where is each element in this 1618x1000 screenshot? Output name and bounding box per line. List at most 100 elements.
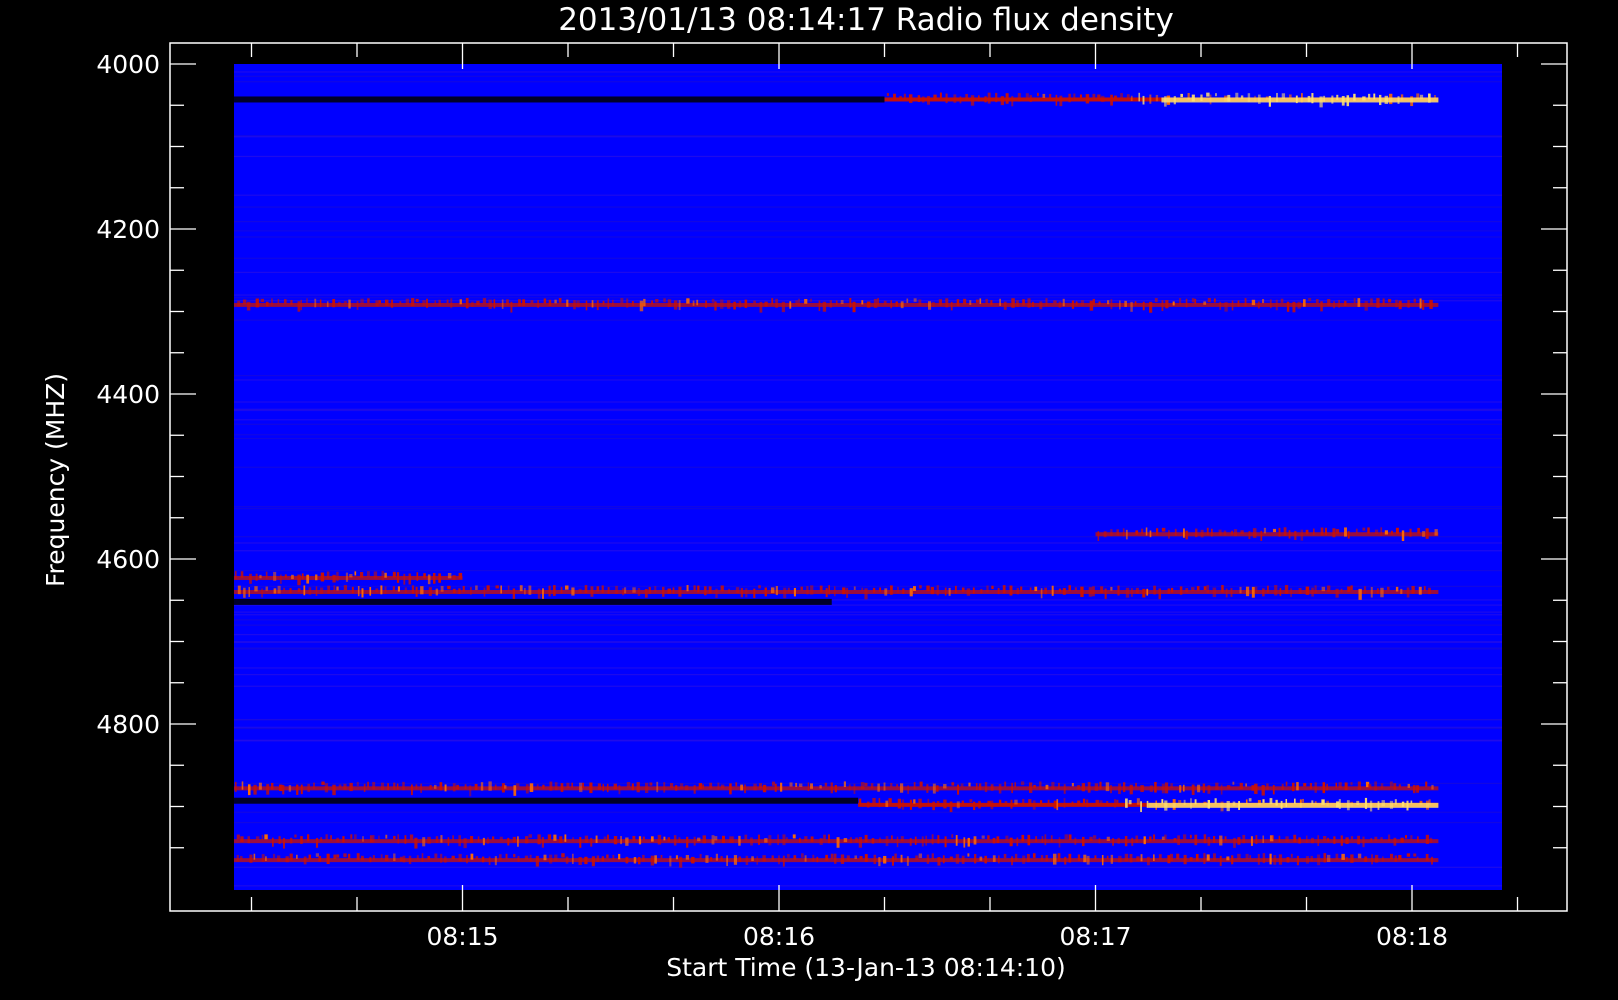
emission-speck: [895, 301, 898, 307]
emission-speck: [686, 585, 689, 592]
emission-speck: [1230, 588, 1233, 597]
emission-speck: [1418, 586, 1422, 595]
emission-speck: [549, 781, 553, 791]
emission-speck: [1248, 798, 1252, 802]
emission-speck: [1314, 585, 1317, 594]
emission-speck: [294, 834, 297, 838]
emission-speck: [975, 299, 979, 303]
emission-speck: [380, 782, 385, 791]
emission-speck: [992, 855, 996, 862]
emission-speck: [926, 95, 931, 105]
emission-speck: [1300, 529, 1304, 541]
emission-speck: [1022, 855, 1026, 864]
emission-speck: [998, 799, 1002, 805]
emission-speck: [1398, 300, 1402, 310]
emission-speck: [1116, 529, 1119, 536]
emission-speck: [1174, 528, 1177, 536]
emission-speck: [1425, 528, 1429, 539]
emission-speck: [1022, 798, 1025, 807]
emission-speck: [872, 797, 876, 806]
emission-speck: [691, 856, 695, 864]
noise-row: [234, 685, 1502, 687]
emission-speck: [1381, 856, 1384, 862]
emission-speck: [1170, 853, 1173, 862]
emission-speck: [576, 300, 580, 308]
emission-speck: [1183, 528, 1185, 538]
emission-speck: [1377, 588, 1379, 594]
emission-speck: [375, 300, 379, 307]
emission-speck: [804, 836, 808, 842]
emission-speck: [1207, 785, 1211, 794]
emission-speck: [573, 300, 576, 310]
emission-speck: [1374, 529, 1379, 535]
emission-speck: [1251, 586, 1255, 598]
emission-speck: [1212, 587, 1217, 598]
emission-speck: [597, 783, 602, 790]
emission-speck: [1323, 835, 1327, 841]
emission-speck: [416, 572, 419, 581]
emission-speck: [1395, 527, 1399, 534]
emission-speck: [1022, 299, 1025, 306]
noise-row: [234, 508, 1502, 510]
emission-speck: [333, 585, 336, 592]
emission-speck: [729, 783, 732, 795]
emission-speck: [877, 298, 879, 306]
emission-speck: [1395, 586, 1399, 592]
emission-speck: [1058, 837, 1061, 848]
emission-speck: [819, 785, 822, 789]
emission-speck: [981, 835, 985, 839]
emission-speck: [1099, 800, 1103, 805]
emission-speck: [1428, 587, 1431, 595]
emission-speck: [1045, 784, 1049, 790]
emission-speck: [885, 836, 889, 847]
emission-speck: [1370, 838, 1373, 842]
emission-speck: [633, 857, 637, 864]
emission-speck: [843, 838, 848, 843]
emission-speck: [1122, 528, 1125, 537]
emission-speck: [596, 855, 600, 862]
emission-speck: [240, 856, 243, 860]
emission-speck: [1083, 854, 1087, 863]
emission-speck: [261, 834, 264, 840]
emission-speck: [877, 783, 880, 792]
emission-speck: [678, 586, 682, 597]
emission-speck: [963, 837, 966, 848]
emission-speck: [1321, 586, 1326, 592]
emission-speck: [762, 855, 766, 862]
emission-speck: [247, 836, 250, 844]
emission-speck: [1052, 853, 1057, 865]
emission-speck: [1095, 799, 1099, 805]
emission-speck: [561, 853, 565, 858]
emission-speck: [399, 856, 404, 862]
emission-speck: [620, 836, 622, 845]
emission-speck: [434, 853, 438, 859]
emission-speck: [356, 300, 359, 310]
emission-speck: [1380, 783, 1384, 789]
emission-speck: [1034, 586, 1038, 592]
emission-speck: [1227, 785, 1231, 789]
emission-speck: [751, 856, 754, 862]
emission-speck: [636, 782, 640, 793]
emission-speck: [284, 299, 287, 304]
emission-speck: [921, 836, 924, 847]
emission-speck: [1092, 586, 1095, 597]
emission-speck: [517, 836, 519, 847]
emission-speck: [1092, 298, 1096, 305]
emission-speck: [1040, 588, 1043, 599]
emission-speck: [554, 854, 558, 861]
emission-speck: [673, 835, 677, 846]
noise-row: [234, 401, 1502, 403]
noise-row: [234, 611, 1502, 613]
emission-speck: [318, 855, 322, 862]
emission-speck: [277, 299, 280, 304]
emission-speck: [810, 783, 813, 789]
emission-speck: [265, 571, 268, 579]
emission-speck: [956, 299, 960, 306]
noise-row: [234, 811, 1502, 813]
emission-speck: [351, 586, 354, 594]
emission-speck: [1245, 853, 1249, 859]
emission-speck: [566, 782, 570, 789]
emission-speck: [487, 837, 489, 844]
emission-speck: [537, 300, 539, 308]
emission-speck: [1250, 836, 1253, 846]
